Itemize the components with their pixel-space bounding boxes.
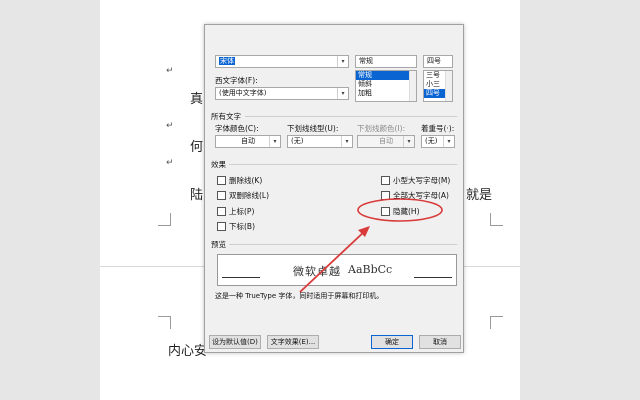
highlight-ellipse <box>357 198 443 222</box>
annotation-arrow <box>299 229 367 293</box>
annotation-overlay <box>299 198 443 293</box>
